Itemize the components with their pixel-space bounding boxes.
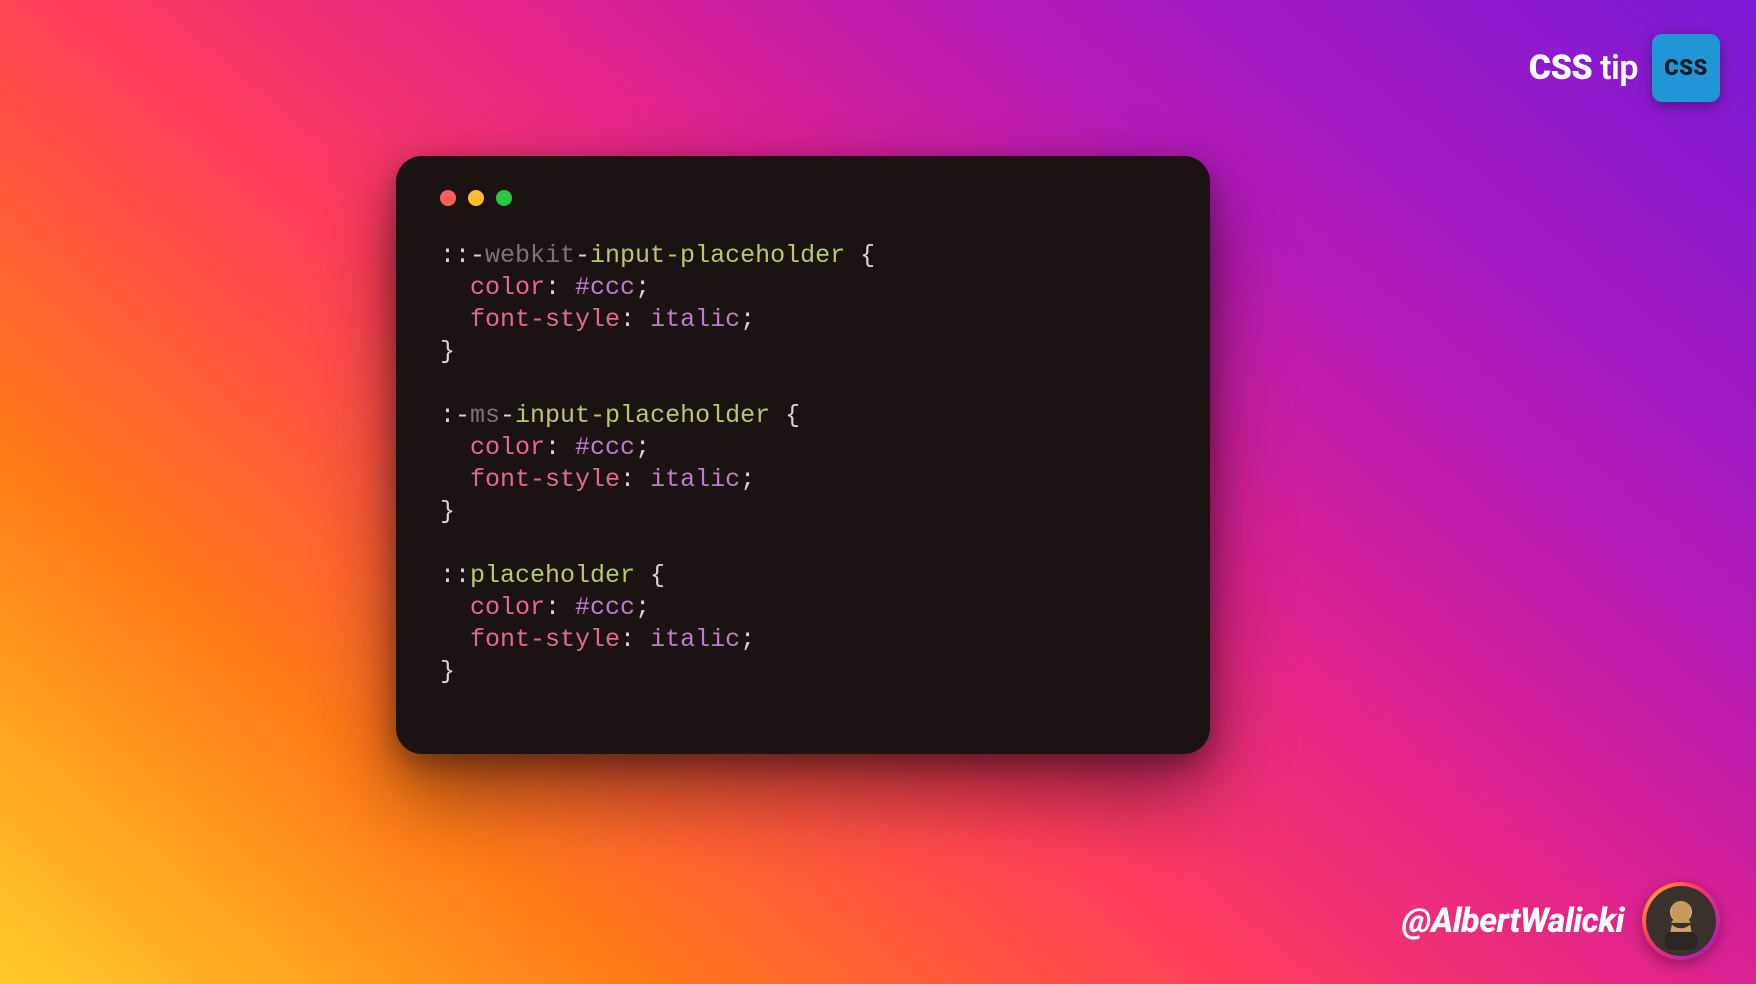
code-block: ::-webkit-input-placeholder { color: #cc… xyxy=(440,240,1166,688)
canvas: CSS tip CSS ::-webkit-input-placeholder … xyxy=(0,0,1756,984)
avatar-ring xyxy=(1642,882,1720,960)
traffic-close-icon xyxy=(440,190,456,206)
person-icon xyxy=(1652,892,1710,950)
header-tip: CSS tip CSS xyxy=(1529,34,1720,102)
traffic-minimize-icon xyxy=(468,190,484,206)
css-badge-text: CSS xyxy=(1664,56,1707,81)
tip-label: CSS tip xyxy=(1529,48,1638,88)
code-window: ::-webkit-input-placeholder { color: #cc… xyxy=(396,156,1210,754)
tip-label-bold: CSS xyxy=(1529,48,1592,88)
traffic-zoom-icon xyxy=(496,190,512,206)
css-badge: CSS xyxy=(1652,34,1720,102)
author-handle: @AlbertWalicki xyxy=(1402,901,1624,941)
window-traffic-lights xyxy=(440,190,1166,206)
footer-handle: @AlbertWalicki xyxy=(1402,882,1720,960)
tip-label-light: tip xyxy=(1592,48,1638,88)
avatar xyxy=(1646,886,1716,956)
